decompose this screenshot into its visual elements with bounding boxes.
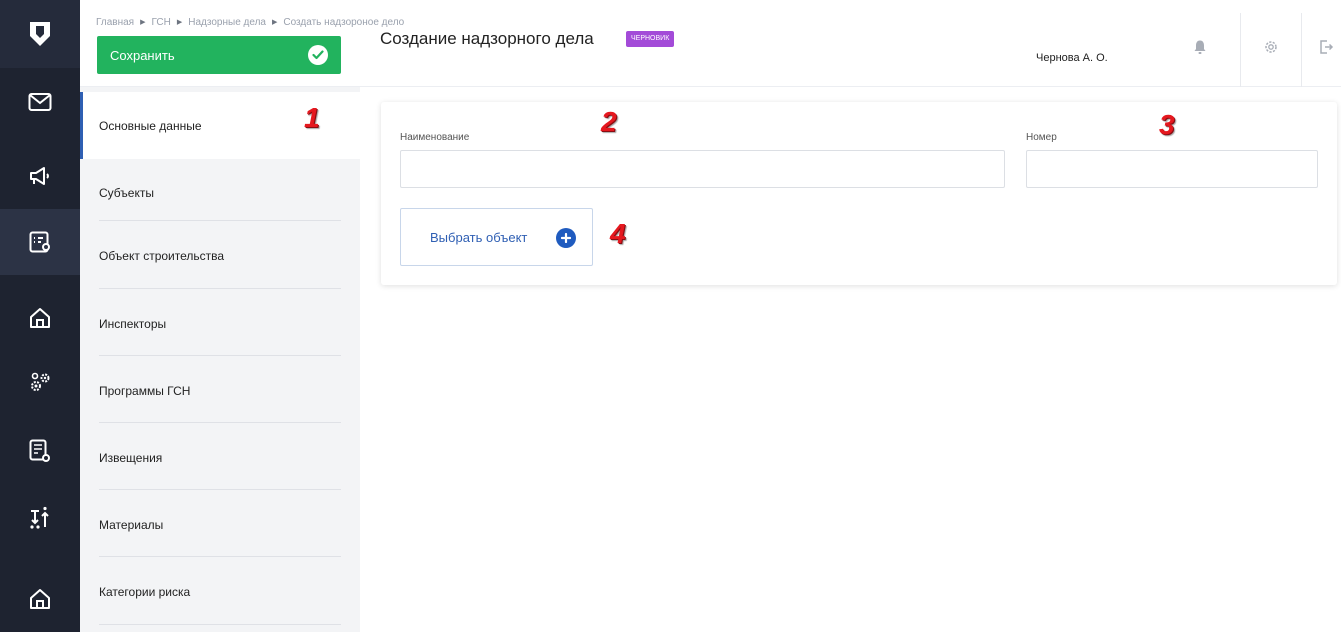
breadcrumb-item-home[interactable]: Главная	[96, 17, 134, 28]
section-item-subjects[interactable]: Субъекты	[80, 159, 360, 226]
section-item-label: Объект строительства	[99, 248, 225, 263]
toolbar-divider	[1240, 13, 1241, 87]
section-item-label: Инспекторы	[99, 316, 167, 331]
envelope-icon	[28, 93, 52, 111]
section-divider	[99, 556, 341, 557]
rail-item-home[interactable]	[0, 285, 80, 351]
gears-icon	[31, 372, 50, 391]
home-icon	[30, 308, 50, 328]
app-logo[interactable]	[0, 0, 80, 68]
choose-object-label: Выбрать объект	[430, 229, 528, 245]
megaphone-icon	[30, 167, 49, 185]
section-menu: Основные данные Субъекты Объект строител…	[80, 87, 360, 632]
section-item-label: Материалы	[99, 517, 164, 532]
section-divider	[99, 489, 341, 490]
section-divider	[99, 288, 341, 289]
section-item-label: Субъекты	[99, 185, 154, 200]
section-item-label: Извещения	[99, 450, 163, 465]
breadcrumb-separator-icon: ▶	[176, 19, 183, 26]
check-icon	[308, 45, 328, 65]
section-divider	[99, 220, 341, 221]
rail-item-home-2[interactable]	[0, 566, 80, 632]
section-divider	[99, 355, 341, 356]
annotation-marker: 1	[304, 102, 320, 133]
logout-icon[interactable]	[1316, 37, 1336, 57]
rail-item-transfers[interactable]	[0, 485, 80, 551]
main-data-card: Наименование Номер Выбрать объект 2 3 4	[381, 102, 1337, 285]
breadcrumb-separator-icon: ▶	[272, 19, 278, 26]
breadcrumb-item-gsn[interactable]: ГСН	[151, 17, 170, 28]
rail-item-announcements[interactable]	[0, 143, 80, 209]
section-item-label: Категории риска	[99, 584, 191, 599]
save-button-label: Сохранить	[110, 47, 175, 63]
rail-item-reports[interactable]	[0, 418, 80, 484]
document-search-icon	[29, 439, 50, 462]
section-divider	[99, 422, 341, 423]
home-icon	[30, 589, 50, 609]
status-badge: ЧЕРНОВИК	[626, 31, 675, 47]
section-item-label: Основные данные	[99, 118, 202, 133]
section-item-gsn-programs[interactable]: Программы ГСН	[80, 357, 360, 424]
breadcrumb-separator-icon: ▶	[140, 19, 146, 26]
section-item-notices[interactable]: Извещения	[80, 424, 360, 491]
rail-item-mail[interactable]	[0, 69, 80, 135]
icon-rail	[0, 0, 80, 632]
save-button[interactable]: Сохранить	[97, 36, 341, 74]
number-input[interactable]	[1026, 150, 1318, 188]
shield-logo-icon	[30, 22, 50, 46]
gear-icon[interactable]	[1261, 37, 1281, 57]
plus-icon	[556, 228, 576, 248]
app-root: Главная ▶ ГСН ▶ Надзорные дела ▶ Создать надзо…	[0, 0, 1341, 632]
page-title: Создание надзорного дела	[380, 29, 594, 48]
section-item-risk-categories[interactable]: Категории риска	[80, 558, 360, 625]
section-item-inspectors[interactable]: Инспекторы	[80, 290, 360, 357]
section-item-materials[interactable]: Материалы	[80, 491, 360, 558]
sort-arrows-icon	[30, 506, 49, 529]
breadcrumb: Главная ▶ ГСН ▶ Надзорные дела ▶ Создать надзо…	[96, 17, 404, 28]
toolbar-divider	[1301, 13, 1302, 87]
breadcrumb-item-cases[interactable]: Надзорные дела	[188, 17, 266, 28]
checklist-icon	[29, 231, 50, 253]
user-name[interactable]: Чернова А. О.	[1036, 52, 1108, 64]
annotation-marker: 2	[601, 106, 617, 137]
breadcrumb-item-current: Создать надзороное дело	[283, 17, 405, 28]
annotation-marker: 3	[1159, 109, 1175, 140]
name-field-label: Наименование	[400, 132, 470, 143]
section-item-label: Программы ГСН	[99, 383, 191, 398]
rail-item-settings[interactable]	[0, 350, 80, 416]
section-item-construction-object[interactable]: Объект строительства	[80, 222, 360, 289]
top-bar: Главная ▶ ГСН ▶ Надзорные дела ▶ Создать надзо…	[80, 0, 1341, 87]
number-field-label: Номер	[1026, 132, 1057, 143]
section-divider	[99, 624, 341, 625]
rail-item-cases[interactable]	[0, 209, 80, 275]
name-input[interactable]	[400, 150, 1005, 188]
bell-icon[interactable]	[1190, 37, 1210, 57]
choose-object-button[interactable]: Выбрать объект	[400, 208, 593, 266]
annotation-marker: 4	[610, 218, 626, 249]
